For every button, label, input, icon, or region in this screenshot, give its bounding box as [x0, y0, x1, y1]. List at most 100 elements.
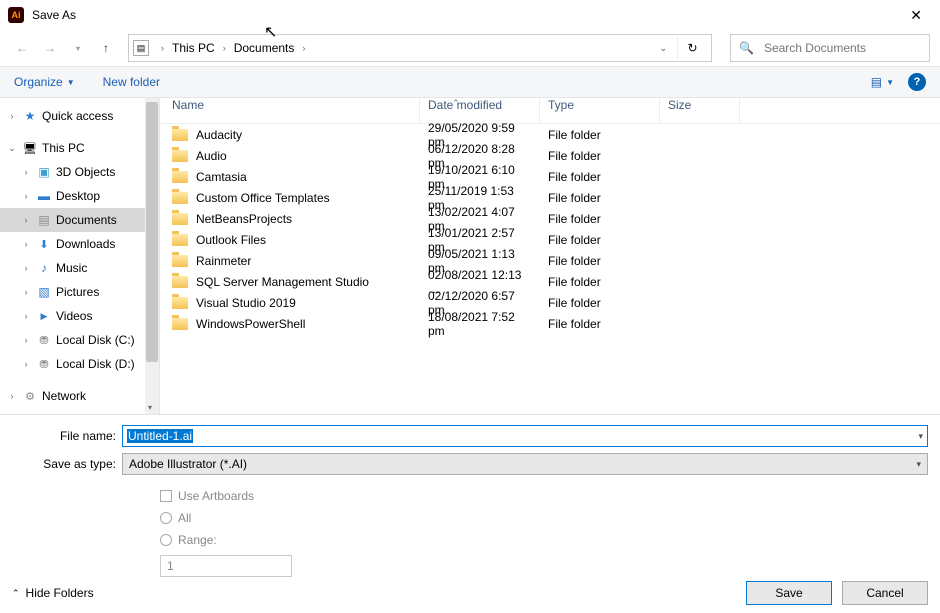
tree-quick-access[interactable]: › Quick access [0, 104, 159, 128]
chevron-right-icon[interactable]: › [296, 43, 311, 53]
column-name[interactable]: Name [160, 98, 420, 123]
file-type: File folder [540, 233, 660, 247]
search-input[interactable]: 🔍 Search Documents [730, 34, 930, 62]
file-date: 18/08/2021 7:52 pm [420, 310, 540, 338]
column-date[interactable]: Date modified [420, 98, 540, 123]
use-artboards-checkbox[interactable]: Use Artboards [160, 485, 928, 507]
expand-chevron-icon[interactable]: › [6, 111, 18, 121]
refresh-button[interactable]: ↻ [677, 34, 707, 62]
list-item[interactable]: SQL Server Management Studio02/08/2021 1… [160, 271, 940, 292]
filename-value: Untitled-1.ai [127, 429, 193, 443]
tree-desktop[interactable]: › Desktop [0, 184, 159, 208]
tree-documents[interactable]: › Documents [0, 208, 159, 232]
list-item[interactable]: Outlook Files13/01/2021 2:57 pmFile fold… [160, 229, 940, 250]
list-item[interactable]: NetBeansProjects13/02/2021 4:07 pmFile f… [160, 208, 940, 229]
hide-folders-toggle[interactable]: ⌃ Hide Folders [12, 586, 94, 600]
file-name: Custom Office Templates [196, 191, 330, 205]
radio-icon [160, 534, 172, 546]
nav-back-button[interactable]: ← [10, 36, 34, 60]
radio-icon [160, 512, 172, 524]
illustrator-app-icon: Ai [8, 7, 24, 23]
tree-music[interactable]: › Music [0, 256, 159, 280]
file-type: File folder [540, 170, 660, 184]
list-item[interactable]: Audacity29/05/2020 9:59 pmFile folder [160, 124, 940, 145]
list-item[interactable]: Audio06/12/2020 8:28 pmFile folder [160, 145, 940, 166]
cancel-button[interactable]: Cancel [842, 581, 928, 605]
chevron-up-icon: ⌃ [12, 588, 20, 599]
folder-icon [172, 255, 188, 267]
videos-icon [36, 309, 52, 323]
list-item[interactable]: Custom Office Templates25/11/2019 1:53 p… [160, 187, 940, 208]
address-bar[interactable]: ▤ › This PC › Documents › ⌄ ↻ [128, 34, 712, 62]
window-title: Save As [32, 8, 900, 22]
tree-downloads[interactable]: › Downloads [0, 232, 159, 256]
chevron-down-icon: ▼ [67, 78, 75, 87]
range-radio: Range: [160, 529, 928, 551]
save-type-label: Save as type: [12, 457, 122, 471]
recent-locations-dropdown[interactable]: ▾ [66, 36, 90, 60]
tree-pictures[interactable]: › Pictures [0, 280, 159, 304]
expand-chevron-icon[interactable]: › [20, 263, 32, 273]
expand-chevron-icon[interactable]: › [20, 215, 32, 225]
folder-icon [172, 213, 188, 225]
scroll-down-icon[interactable]: ▾ [148, 403, 152, 412]
navigation-tree[interactable]: › Quick access ⌄ This PC › 3D Objects › … [0, 98, 160, 414]
organize-menu[interactable]: Organize ▼ [14, 75, 75, 89]
desktop-icon [36, 189, 52, 203]
tree-videos[interactable]: › Videos [0, 304, 159, 328]
nav-up-button[interactable]: ↑ [94, 36, 118, 60]
expand-chevron-icon[interactable]: › [20, 239, 32, 249]
tree-network[interactable]: › Network [0, 384, 159, 408]
breadcrumb-documents[interactable]: Documents [232, 39, 297, 57]
pc-icon [22, 141, 38, 155]
expand-chevron-icon[interactable]: › [20, 311, 32, 321]
list-item[interactable]: WindowsPowerShell18/08/2021 7:52 pmFile … [160, 313, 940, 334]
list-item[interactable]: Visual Studio 201902/12/2020 6:57 pmFile… [160, 292, 940, 313]
file-list[interactable]: ⌃ Name Date modified Type Size ↖ Audacit… [160, 98, 940, 414]
chevron-down-icon[interactable]: ▾ [918, 431, 923, 442]
filename-label: File name: [12, 429, 122, 443]
tree-scrollbar-thumb[interactable] [146, 102, 158, 362]
chevron-right-icon[interactable]: › [217, 43, 232, 53]
checkbox-icon [160, 490, 172, 502]
chevron-right-icon[interactable]: › [155, 43, 170, 53]
column-headers: Name Date modified Type Size [160, 98, 940, 124]
tree-local-disk-c[interactable]: › Local Disk (C:) [0, 328, 159, 352]
view-options-button[interactable]: ▤ ▼ [871, 75, 894, 89]
expand-chevron-icon[interactable]: › [20, 359, 32, 369]
breadcrumb-this-pc[interactable]: This PC [170, 39, 217, 57]
close-button[interactable]: ✕ [900, 3, 932, 28]
expand-chevron-icon[interactable]: › [20, 335, 32, 345]
column-type[interactable]: Type [540, 98, 660, 123]
tree-this-pc[interactable]: ⌄ This PC [0, 136, 159, 160]
expand-chevron-icon[interactable]: › [20, 167, 32, 177]
disk-icon [36, 357, 52, 371]
save-button[interactable]: Save [746, 581, 832, 605]
list-item[interactable]: Camtasia19/10/2021 6:10 pmFile folder [160, 166, 940, 187]
expand-chevron-icon[interactable]: › [20, 287, 32, 297]
filename-input[interactable]: Untitled-1.ai ▾ [122, 425, 928, 447]
title-bar: Ai Save As ✕ [0, 0, 940, 30]
help-button[interactable]: ? [908, 73, 926, 91]
file-type: File folder [540, 128, 660, 142]
collapse-chevron-icon[interactable]: ⌄ [6, 143, 18, 154]
save-type-select[interactable]: Adobe Illustrator (*.AI) ▾ [122, 453, 928, 475]
save-type-value: Adobe Illustrator (*.AI) [129, 457, 247, 471]
file-type: File folder [540, 317, 660, 331]
tree-3d-objects[interactable]: › 3D Objects [0, 160, 159, 184]
all-radio: All [160, 507, 928, 529]
documents-icon [36, 213, 52, 227]
tree-scrollbar[interactable]: ▾ [145, 98, 159, 414]
column-size[interactable]: Size [660, 98, 740, 123]
expand-chevron-icon[interactable]: › [20, 191, 32, 201]
search-placeholder: Search Documents [764, 41, 866, 55]
tree-local-disk-d[interactable]: › Local Disk (D:) [0, 352, 159, 376]
footer: ⌃ Hide Folders Save Cancel [0, 573, 940, 613]
nav-forward-button[interactable]: → [38, 36, 62, 60]
new-folder-button[interactable]: New folder [103, 75, 160, 89]
list-item[interactable]: Rainmeter09/05/2021 1:13 pmFile folder [160, 250, 940, 271]
expand-chevron-icon[interactable]: › [6, 391, 18, 401]
star-icon [22, 109, 38, 123]
file-name: Visual Studio 2019 [196, 296, 296, 310]
address-history-dropdown[interactable]: ⌄ [653, 43, 673, 54]
